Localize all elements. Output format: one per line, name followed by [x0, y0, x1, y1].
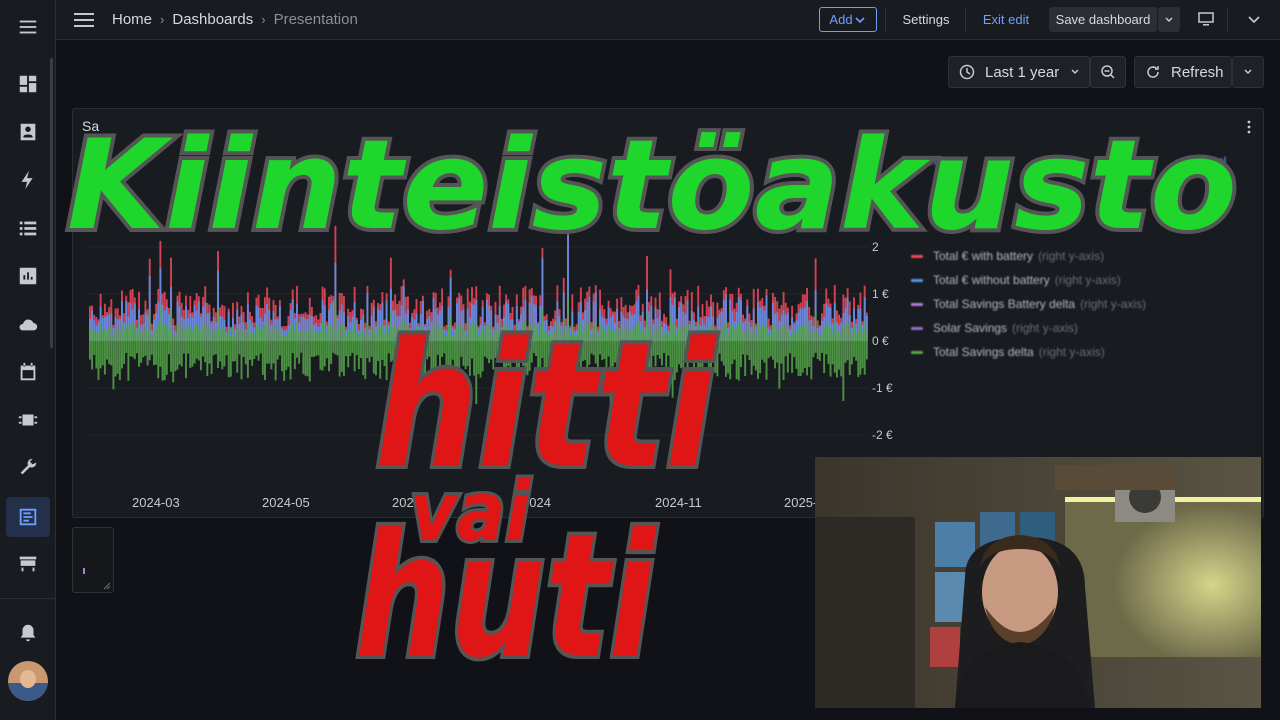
- overlay-word-huti: huti: [355, 498, 657, 696]
- overlay-title: Kiinteistöakusto: [67, 114, 1237, 258]
- thumbnail-overlay: Kiinteistöakusto hitti vai huti: [63, 110, 1241, 700]
